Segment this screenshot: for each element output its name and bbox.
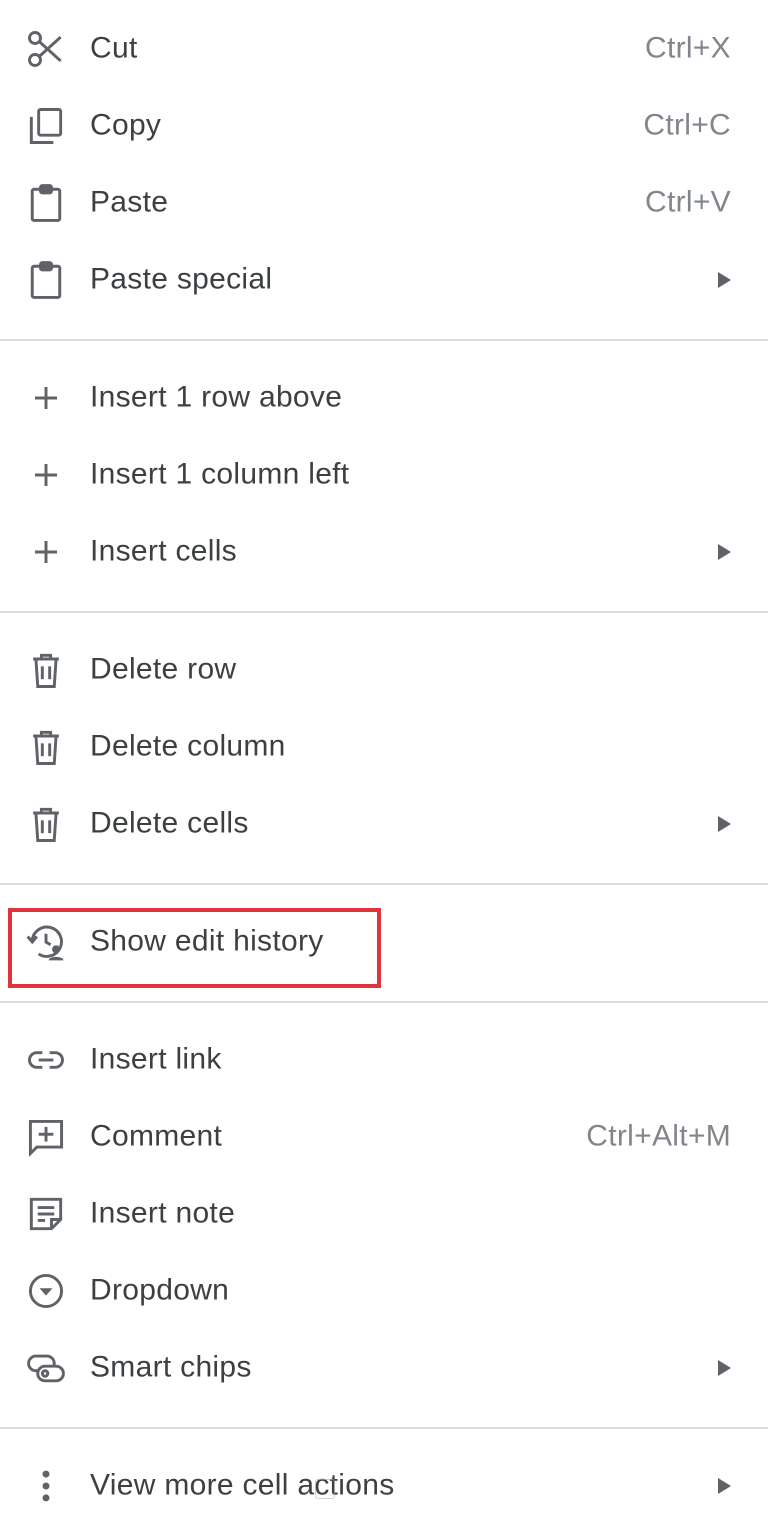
menu-item-label: Comment xyxy=(90,1118,223,1152)
shortcut-hint: Ctrl+C xyxy=(643,107,731,141)
context-menu: Cut Ctrl+X Copy Ctrl+C Paste Ctrl+V Past… xyxy=(0,0,768,1531)
link-icon xyxy=(24,1038,68,1082)
submenu-arrow-icon xyxy=(718,543,731,560)
trash-icon xyxy=(24,802,68,846)
trash-icon xyxy=(24,648,68,692)
submenu-arrow-icon xyxy=(718,1477,731,1494)
submenu-arrow-icon xyxy=(718,1359,731,1376)
menu-item-label: Insert cells xyxy=(90,533,237,567)
smart-chip-icon xyxy=(24,1346,68,1390)
menu-divider xyxy=(0,1001,768,1003)
clipboard-icon xyxy=(24,258,68,302)
menu-divider xyxy=(0,883,768,885)
menu-item-smart-chips[interactable]: Smart chips xyxy=(0,1329,768,1406)
plus-icon xyxy=(24,530,68,574)
menu-item-insert-column-left[interactable]: Insert 1 column left xyxy=(0,436,768,513)
menu-item-label: Paste xyxy=(90,184,169,218)
menu-item-insert-cells[interactable]: Insert cells xyxy=(0,513,768,590)
menu-item-label: Insert 1 row above xyxy=(90,379,343,413)
shortcut-hint: Ctrl+X xyxy=(645,30,731,64)
menu-item-paste[interactable]: Paste Ctrl+V xyxy=(0,164,768,241)
menu-divider xyxy=(0,611,768,613)
menu-item-label: View more cell actions xyxy=(90,1467,395,1501)
menu-item-insert-note[interactable]: Insert note xyxy=(0,1175,768,1252)
menu-item-label: Delete column xyxy=(90,728,286,762)
dropdown-circle-icon xyxy=(24,1269,68,1313)
copy-icon xyxy=(24,104,68,148)
shortcut-hint: Ctrl+Alt+M xyxy=(586,1118,731,1152)
menu-divider xyxy=(0,339,768,341)
menu-item-paste-special[interactable]: Paste special xyxy=(0,241,768,318)
add-comment-icon xyxy=(24,1115,68,1159)
menu-item-insert-row-above[interactable]: Insert 1 row above xyxy=(0,359,768,436)
menu-item-label: Cut xyxy=(90,30,138,64)
note-icon xyxy=(24,1192,68,1236)
menu-item-label: Insert link xyxy=(90,1041,222,1075)
menu-item-label: Insert 1 column left xyxy=(90,456,350,490)
menu-item-label: Delete row xyxy=(90,651,237,685)
submenu-arrow-icon xyxy=(718,271,731,288)
edit-history-icon xyxy=(24,920,68,964)
menu-divider xyxy=(0,1427,768,1429)
shortcut-hint: Ctrl+V xyxy=(645,184,731,218)
menu-item-delete-cells[interactable]: Delete cells xyxy=(0,785,768,862)
menu-item-label: Dropdown xyxy=(90,1272,230,1306)
menu-item-label: Copy xyxy=(90,107,162,141)
plus-icon xyxy=(24,453,68,497)
plus-icon xyxy=(24,376,68,420)
menu-item-copy[interactable]: Copy Ctrl+C xyxy=(0,87,768,164)
menu-item-comment[interactable]: Comment Ctrl+Alt+M xyxy=(0,1098,768,1175)
menu-item-dropdown[interactable]: Dropdown xyxy=(0,1252,768,1329)
menu-item-label: Paste special xyxy=(90,261,273,295)
trash-icon xyxy=(24,725,68,769)
menu-item-delete-row[interactable]: Delete row xyxy=(0,631,768,708)
menu-item-view-more-cell-actions[interactable]: View more cell actions xyxy=(0,1447,768,1524)
clipboard-icon xyxy=(24,181,68,225)
submenu-arrow-icon xyxy=(718,815,731,832)
menu-item-label: Show edit history xyxy=(90,923,324,957)
more-vert-icon xyxy=(24,1464,68,1508)
menu-item-cut[interactable]: Cut Ctrl+X xyxy=(0,10,768,87)
menu-item-delete-column[interactable]: Delete column xyxy=(0,708,768,785)
menu-item-label: Smart chips xyxy=(90,1349,252,1383)
scissors-icon xyxy=(24,27,68,71)
menu-item-label: Delete cells xyxy=(90,805,249,839)
menu-item-insert-link[interactable]: Insert link xyxy=(0,1021,768,1098)
menu-item-label: Insert note xyxy=(90,1195,236,1229)
menu-item-show-edit-history[interactable]: Show edit history xyxy=(0,903,768,980)
